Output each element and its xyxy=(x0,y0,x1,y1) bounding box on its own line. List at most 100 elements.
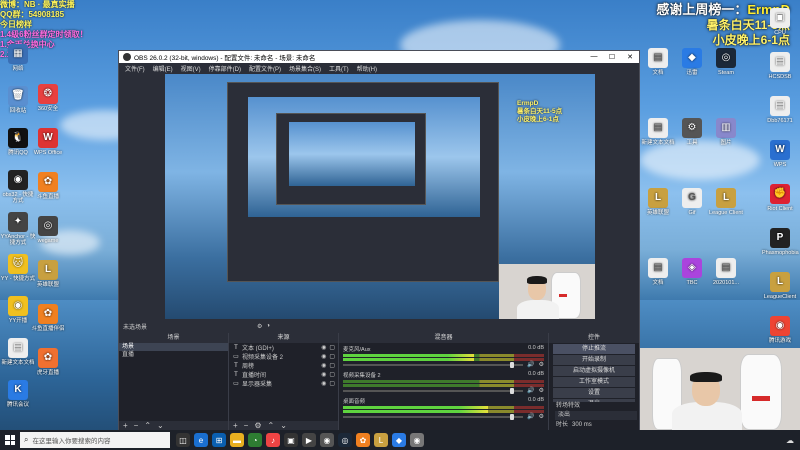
visibility-eye-icon[interactable]: ◉ xyxy=(321,371,326,378)
desktop-icon[interactable]: ▤ 新建文本文档 xyxy=(640,118,676,146)
edge-icon[interactable]: e xyxy=(194,433,208,447)
source-item[interactable]: T 文本 (GDI+) ◉ ▢ xyxy=(229,343,338,353)
gear-icon[interactable]: ⚙ xyxy=(539,387,544,394)
scene-item[interactable]: 直播 xyxy=(119,351,228,359)
visibility-eye-icon[interactable]: ◉ xyxy=(321,362,326,369)
desktop-icon[interactable]: ▦ 网络 xyxy=(0,44,36,72)
desktop-icon[interactable]: K 腾讯会议 xyxy=(0,380,36,408)
source-item[interactable]: ▭ 显示器采集 ◉ ▢ xyxy=(229,379,338,388)
lock-icon[interactable]: ▢ xyxy=(329,380,335,387)
task-view-icon[interactable]: ◫ xyxy=(176,433,190,447)
menu-profile[interactable]: 配置文件(P) xyxy=(245,64,285,73)
maximize-button[interactable]: ☐ xyxy=(603,53,621,61)
lock-icon[interactable]: ▢ xyxy=(329,344,335,351)
desktop-icon[interactable]: ◉ 腾讯游戏 xyxy=(762,316,798,344)
desktop-icon[interactable]: ❂ 360安全 xyxy=(30,84,66,112)
menu-tools[interactable]: 工具(T) xyxy=(325,64,353,73)
music-icon[interactable]: ♪ xyxy=(266,433,280,447)
source-item[interactable]: T 周榜 ◉ ▢ xyxy=(229,361,338,371)
desktop-icon[interactable]: L 英雄联盟 xyxy=(30,260,66,288)
settings-icon[interactable]: ◑ xyxy=(266,323,270,330)
volume-slider[interactable] xyxy=(343,387,524,394)
steam-icon[interactable]: ◎ xyxy=(338,433,352,447)
desktop-icon[interactable]: ✊ Riot Client xyxy=(762,184,798,212)
desktop-icon[interactable]: P Phasmophobia xyxy=(762,228,799,256)
volume-slider[interactable] xyxy=(343,361,524,368)
close-button[interactable]: ✕ xyxy=(621,53,639,61)
obs-title-bar[interactable]: OBS 26.0.2 (32-bit, windows) - 配置文件: 未命名… xyxy=(119,51,639,63)
volume-knob[interactable] xyxy=(510,361,515,368)
desktop-icon[interactable]: W WPS xyxy=(762,140,798,168)
visibility-eye-icon[interactable]: ◉ xyxy=(321,353,326,360)
stop-streaming-button[interactable]: 停止推流 xyxy=(553,344,635,354)
obs-window[interactable]: OBS 26.0.2 (32-bit, windows) - 配置文件: 未命名… xyxy=(118,50,640,432)
source-item[interactable]: T 直播时间 ◉ ▢ xyxy=(229,370,338,380)
desktop-icon[interactable]: ◎ wegame xyxy=(30,216,66,244)
muted-speaker-icon[interactable]: 🔊 xyxy=(527,387,534,394)
desktop-icon[interactable]: ▤ Dbb76171 xyxy=(762,96,798,124)
douyu-icon[interactable]: ✿ xyxy=(356,433,370,447)
speaker-icon[interactable]: 🔊 xyxy=(527,413,534,420)
volume-knob[interactable] xyxy=(510,387,515,394)
desktop-icon[interactable]: L LeagueClient xyxy=(762,272,798,300)
wechat-icon[interactable]: ◔ xyxy=(248,433,262,447)
studio-mode-button[interactable]: 工作室模式 xyxy=(553,377,635,387)
scene-item[interactable]: 场景 xyxy=(119,343,228,351)
menu-edit[interactable]: 编辑(E) xyxy=(149,64,177,73)
taskbar-search[interactable]: ⌕ 在这里输入你要搜索的内容 xyxy=(20,432,170,448)
desktop-icon[interactable]: L League Client xyxy=(708,188,744,216)
qq-icon[interactable]: ◆ xyxy=(392,433,406,447)
overlay-line: 微博：NB · 最真实播 xyxy=(0,0,75,9)
desktop-icon[interactable]: ◈ TBC xyxy=(674,258,710,286)
source-item[interactable]: ▭ 视频采集设备 2 ◉ ▢ xyxy=(229,352,338,361)
gear-icon[interactable]: ⚙ xyxy=(539,361,544,368)
desktop-icon[interactable]: ▤ 文档 xyxy=(640,48,676,76)
league-icon[interactable]: L xyxy=(374,433,388,447)
menu-view[interactable]: 视图(V) xyxy=(177,64,205,73)
volume-slider[interactable] xyxy=(343,413,524,420)
lock-icon[interactable]: ▢ xyxy=(329,353,335,360)
desktop-icon[interactable]: ▣ CPU xyxy=(762,8,798,36)
menu-docks[interactable]: 停靠部件(D) xyxy=(205,64,245,73)
filters-icon[interactable]: ⚙ xyxy=(257,323,262,330)
duration-input[interactable]: 300 ms xyxy=(572,421,592,429)
start-virtual-camera-button[interactable]: 启动虚拟摄像机 xyxy=(553,366,635,376)
obs-preview[interactable]: ErmpD 暑条白天11-5点 小皮晚上6-1点 xyxy=(165,74,595,319)
start-recording-button[interactable]: 开始录制 xyxy=(553,355,635,365)
desktop-icon[interactable]: L 英雄联盟 xyxy=(640,188,676,216)
gear-icon[interactable]: ⚙ xyxy=(539,413,544,420)
desktop-icon-label: 迅雷 xyxy=(686,70,698,76)
desktop-icon[interactable]: ◆ 迅雷 xyxy=(674,48,710,76)
desktop-icon[interactable]: ⚙ 工具 xyxy=(674,118,710,146)
file-explorer-icon[interactable]: ▬ xyxy=(230,433,244,447)
speaker-icon[interactable]: 🔊 xyxy=(527,361,534,368)
desktop-icon[interactable]: ▤ 文档 xyxy=(640,258,676,286)
transition-select[interactable]: 淡出 xyxy=(555,411,637,420)
desktop-icon[interactable]: ✿ 虎牙直播 xyxy=(30,348,66,376)
media-icon[interactable]: ▶ xyxy=(302,433,316,447)
menu-file[interactable]: 文件(F) xyxy=(121,64,149,73)
app-icon[interactable]: ◉ xyxy=(410,433,424,447)
desktop-icon[interactable]: ✿ 斗鱼直播伴侣 xyxy=(30,304,66,332)
desktop-icon[interactable]: ◎ Steam xyxy=(708,48,744,76)
lock-icon[interactable]: ▢ xyxy=(329,362,335,369)
start-button[interactable] xyxy=(0,430,20,450)
desktop-icon[interactable]: ✿ 斗鱼直播 xyxy=(30,172,66,200)
visibility-eye-icon[interactable]: ◉ xyxy=(321,344,326,351)
desktop-icon[interactable]: G Gif xyxy=(674,188,710,216)
desktop-icon[interactable]: ▤ HCSDSB xyxy=(762,52,798,80)
windows-icon[interactable]: ⊞ xyxy=(212,433,226,447)
lock-icon[interactable]: ▢ xyxy=(329,371,335,378)
minimize-button[interactable]: — xyxy=(585,53,603,61)
desktop-icon[interactable]: W WPS Office xyxy=(30,128,66,156)
desktop-icon[interactable]: ▥ 图片 xyxy=(708,118,744,146)
clipboard-icon[interactable]: ▣ xyxy=(284,433,298,447)
volume-knob[interactable] xyxy=(510,413,515,420)
weather-icon[interactable]: ☁ xyxy=(786,436,794,445)
menu-help[interactable]: 帮助(H) xyxy=(353,64,381,73)
visibility-eye-icon[interactable]: ◉ xyxy=(321,380,326,387)
obs-icon[interactable]: ◉ xyxy=(320,433,334,447)
desktop-icon[interactable]: ▤ 2020101... xyxy=(708,258,744,286)
menu-scene-collection[interactable]: 场景集合(S) xyxy=(285,64,325,73)
settings-button[interactable]: 设置 xyxy=(553,388,635,398)
